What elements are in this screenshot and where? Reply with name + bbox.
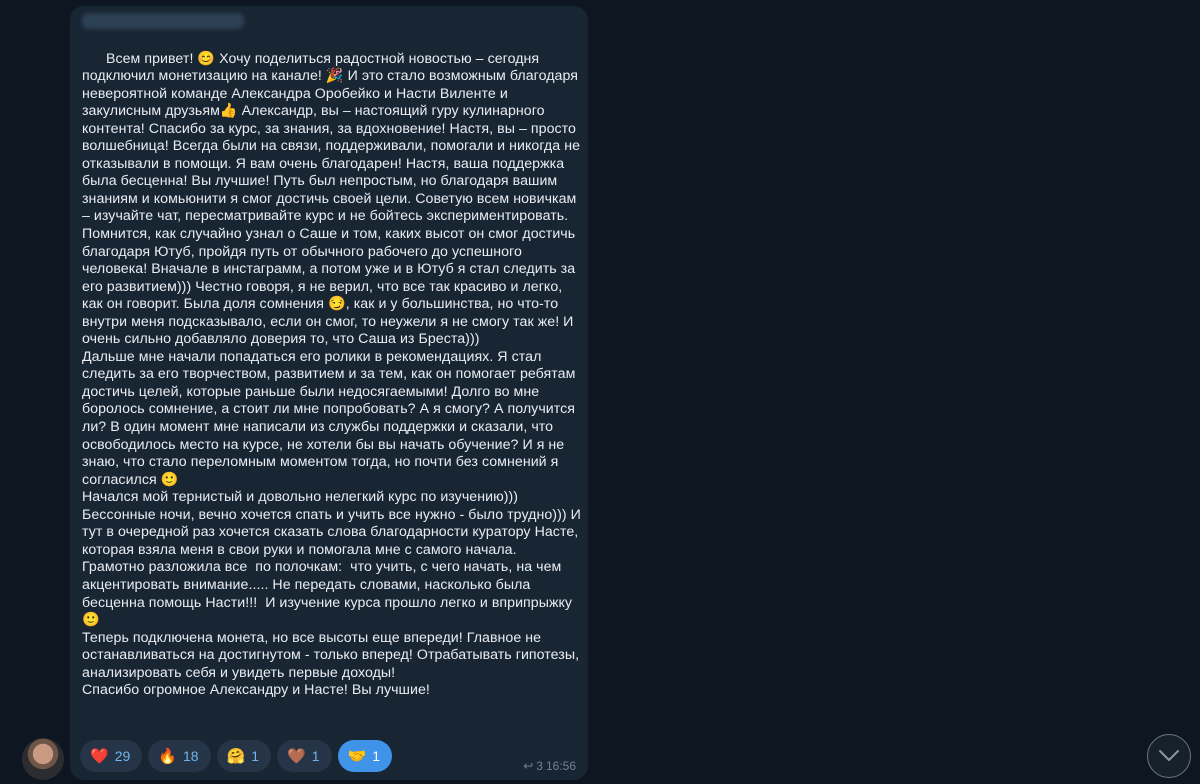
message-bubble[interactable]: Всем привет! 😊 Хочу поделиться радостной… [70,6,588,780]
sender-avatar[interactable] [22,738,64,780]
reactions-bar: ❤️ 29 🔥 18 🤗 1 🤎 1 🤝 1 [80,740,392,772]
scroll-down-button[interactable] [1147,734,1191,778]
message-time: 16:56 [545,759,576,773]
message-paragraph-5: Теперь подключена монета, но все высоты … [82,629,584,681]
reaction-count: 18 [182,748,199,764]
reaction-count: 1 [372,748,380,764]
chevron-down-icon [1159,750,1179,761]
chat-area: Всем привет! 😊 Хочу поделиться радостной… [0,0,1200,784]
message-paragraph-2: Помнится, как случайно узнал о Саше и то… [82,226,580,348]
reaction-count: 1 [311,748,320,764]
reaction-brown-heart[interactable]: 🤎 1 [277,740,332,772]
message-paragraph-3: Дальше мне начали попадаться его ролики … [82,348,580,488]
fire-emoji-icon: 🔥 [158,747,177,765]
message-paragraph-4: Начался мой тернистый и довольно нелегки… [82,489,585,629]
reaction-hug[interactable]: 🤗 1 [216,740,272,772]
forward-arrow-icon: ↩ [523,759,534,773]
reaction-count: 29 [114,748,131,764]
message-text: Всем привет! 😊 Хочу поделиться радостной… [82,33,582,717]
reaction-fire[interactable]: 🔥 18 [148,740,211,772]
message-paragraph-1: Всем привет! 😊 Хочу поделиться радостной… [82,50,585,225]
sender-name-blurred [82,13,244,29]
message-meta: ↩ 3 16:56 [523,759,576,773]
brown-heart-emoji-icon: 🤎 [287,747,306,765]
forward-count: 3 [536,759,543,773]
reaction-count: 1 [251,748,260,764]
hug-emoji-icon: 🤗 [226,747,246,765]
handshake-emoji-icon: 🤝 [347,747,367,765]
reaction-handshake[interactable]: 🤝 1 [337,740,392,772]
reaction-heart[interactable]: ❤️ 29 [80,740,143,772]
heart-emoji-icon: ❤️ [90,747,109,765]
message-paragraph-6: Спасибо огромное Александру и Насте! Вы … [82,682,430,699]
